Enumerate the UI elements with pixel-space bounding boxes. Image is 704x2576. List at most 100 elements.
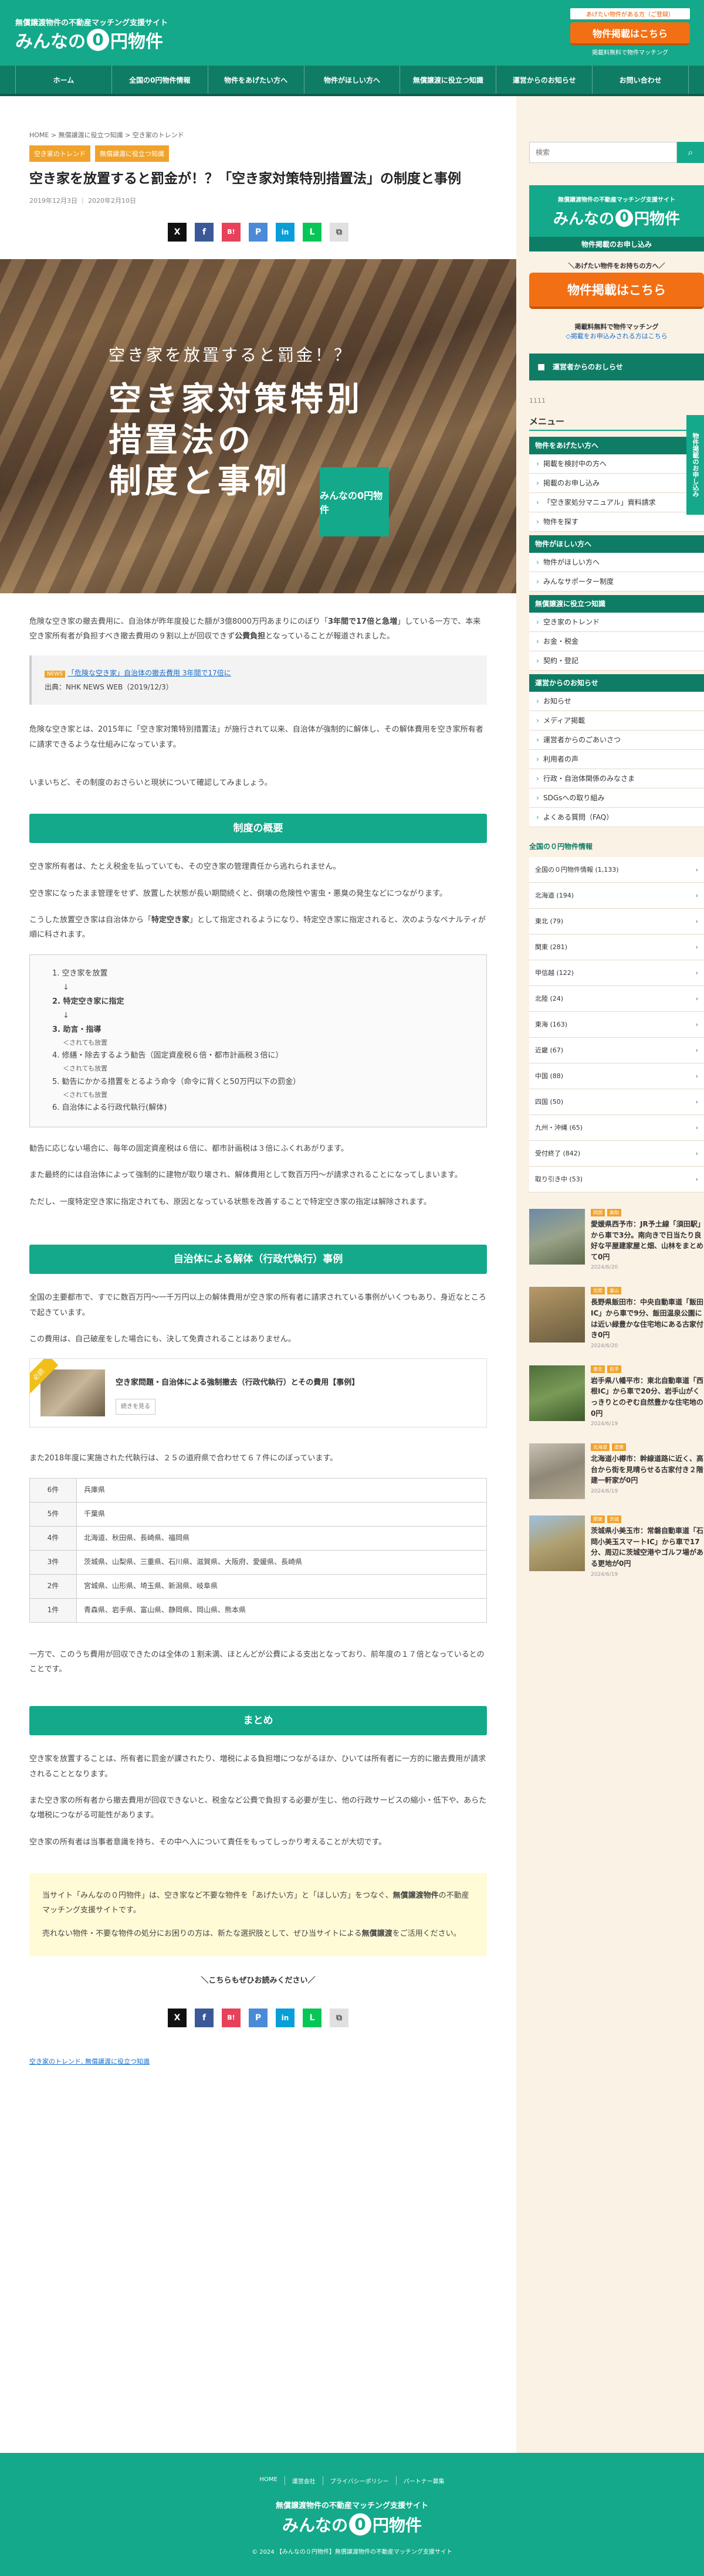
menu-group[interactable]: 物件をあげたい方へ xyxy=(529,437,704,454)
copy-link-icon[interactable]: ⧉ xyxy=(330,222,348,242)
recent-post[interactable]: 北陸 富山 長野県飯田市：中央自動車道「飯田IC」から車で9分、飯田温泉公園には近… xyxy=(529,1287,704,1349)
area-link[interactable]: 九州・沖縄 (65) › xyxy=(529,1115,704,1141)
post-title[interactable]: 長野県飯田市：中央自動車道「飯田IC」から車で9分、飯田温泉公園には近い緑豊かな… xyxy=(591,1297,704,1340)
share-facebook-icon[interactable]: f xyxy=(195,222,214,242)
card-title[interactable]: 空き家問題・自治体による強制撤去（行政代執行）とその費用【事例】 xyxy=(116,1375,359,1390)
area-label: 甲信越 (122) xyxy=(535,969,574,977)
area-link[interactable]: 受付終了 (842) › xyxy=(529,1141,704,1167)
menu-link[interactable]: メディア掲載 xyxy=(529,711,704,730)
source-link[interactable]: 「危険な空き家」自治体の撤去費用 3年間で17倍に xyxy=(67,669,231,677)
recent-post[interactable]: 四国 高知 愛媛県西予市：JR予土線「須田駅」から車で3分。南向きで日当たり良好な… xyxy=(529,1209,704,1270)
site-logo[interactable]: みんなの 0 円物件 xyxy=(15,27,163,53)
share-facebook-icon[interactable]: f xyxy=(195,2008,214,2027)
footer-link-company[interactable]: 運営会社 xyxy=(285,2476,323,2485)
footer-link-home[interactable]: HOME xyxy=(252,2476,285,2485)
category-links[interactable]: 空き家のトレンド, 無償譲渡に役立つ知識 xyxy=(29,2057,487,2066)
area-link[interactable]: 東海 (163) › xyxy=(529,1012,704,1038)
tag-trend[interactable]: 空き家のトレンド xyxy=(29,145,90,162)
nav-item-want[interactable]: 物件がほしい方へ xyxy=(304,66,401,94)
share-hatena-icon[interactable]: P xyxy=(249,2008,268,2027)
search-input[interactable] xyxy=(529,142,677,163)
footer-logo[interactable]: みんなの 0 円物件 xyxy=(0,2513,704,2536)
menu-link[interactable]: 契約・登記 xyxy=(529,651,704,671)
menu-link[interactable]: 利用者の声 xyxy=(529,750,704,769)
nav-item-knowledge[interactable]: 無償譲渡に役立つ知識 xyxy=(400,66,497,94)
paragraph: ただし、一度特定空き家に指定されても、原因となっている状態を改善することで特定空… xyxy=(29,1197,431,1207)
paragraph: いまいちど、その制度のおさらいと現状について確認してみましょう。 xyxy=(29,779,272,788)
share-hatena-icon[interactable]: P xyxy=(249,222,268,242)
search-icon[interactable]: ⌕ xyxy=(677,142,704,163)
article-body: 危険な空き家の撤去費用に、自治体が昨年度投じた額が3億8000万円あまりにのぼり… xyxy=(29,614,487,1956)
area-link[interactable]: 北海道 (194) › xyxy=(529,883,704,909)
tag-knowledge[interactable]: 無償譲渡に役立つ知識 xyxy=(95,145,169,162)
share-line-icon[interactable]: L xyxy=(303,2008,321,2027)
copy-link-icon[interactable]: ⧉ xyxy=(330,2008,348,2027)
menu-link[interactable]: 掲載を検討中の方へ xyxy=(529,454,704,474)
read-more-button[interactable]: 続きを見る xyxy=(116,1398,155,1415)
menu-link[interactable]: 「空き家処分マニュアル」資料請求 xyxy=(529,493,704,512)
share-linkedin-icon[interactable]: in xyxy=(276,2008,295,2027)
area-link[interactable]: 東北 (79) › xyxy=(529,909,704,934)
footer-link-partner[interactable]: パートナー募集 xyxy=(397,2476,452,2485)
menu-link[interactable]: 物件を探す xyxy=(529,512,704,532)
menu-link[interactable]: 行政・自治体関係のみなさま xyxy=(529,769,704,789)
area-link[interactable]: 中国 (88) › xyxy=(529,1063,704,1089)
menu-group[interactable]: 運営からのお知らせ xyxy=(529,674,704,692)
area-label: 四国 (50) xyxy=(535,1098,564,1106)
menu-group[interactable]: 無償譲渡に役立つ知識 xyxy=(529,595,704,613)
recent-post[interactable]: 関東 茨城 茨城県小美玉市：常磐自動車道「石岡小美玉スマートIC」から車で17分、… xyxy=(529,1515,704,1578)
paragraph: 空き家所有者は、たとえ税金を払っていても、その空き家の管理責任から逃れられません… xyxy=(29,862,341,872)
apply-link[interactable]: ◇掲載をお申込みされる方はこちら xyxy=(529,331,704,341)
strong-text: 無償譲渡 xyxy=(361,1929,392,1938)
menu-link[interactable]: 空き家のトレンド xyxy=(529,613,704,632)
enforcement-table: 6件 兵庫県 5件 千葉県 4件 北海道、秋田県、長崎県、福岡県 3件 茨城県、山梨県、… xyxy=(29,1477,487,1623)
area-link[interactable]: 全国の０円物件情報 (1,133) › xyxy=(529,857,704,883)
post-title[interactable]: 愛媛県西予市：JR予土線「須田駅」から車で3分。南向きで日当たり良好な平屋建家屋… xyxy=(591,1219,704,1262)
share-linkedin-icon[interactable]: in xyxy=(276,222,295,242)
header-cta-button[interactable]: 物件掲載はこちら xyxy=(570,22,690,45)
area-link[interactable]: 関東 (281) › xyxy=(529,934,704,960)
share-line-icon[interactable]: L xyxy=(303,222,321,242)
related-article-card[interactable]: 必読 空き家問題・自治体による強制撤去（行政代執行）とその費用【事例】 続きを見… xyxy=(29,1358,487,1428)
menu-link[interactable]: 運営者からのごあいさつ xyxy=(529,730,704,750)
area-link[interactable]: 北陸 (24) › xyxy=(529,986,704,1012)
floating-apply-tab[interactable]: 物件掲載のお申し込み xyxy=(686,415,704,515)
nav-item-contact[interactable]: お問い合わせ xyxy=(593,66,689,94)
menu-link[interactable]: SDGsへの取り組み xyxy=(529,789,704,808)
nav-item-properties[interactable]: 全国の0円物件情報 xyxy=(112,66,208,94)
menu-link[interactable]: みんなサポーター制度 xyxy=(529,572,704,592)
nav-item-give[interactable]: 物件をあげたい方へ xyxy=(208,66,304,94)
nav-item-news[interactable]: 運営からのお知らせ xyxy=(496,66,593,94)
menu-link[interactable]: 物件がほしい方へ xyxy=(529,553,704,572)
share-x-icon[interactable]: X xyxy=(168,2008,187,2027)
menu-link[interactable]: お知らせ xyxy=(529,692,704,711)
share-heading: ＼こちらもぜひお読みください／ xyxy=(201,1976,316,1985)
recent-post[interactable]: 東北 岩手 岩手県八幡平市：東北自動車道「西根IC」から車で20分、岩手山がくっき… xyxy=(529,1365,704,1427)
sidebar-logo-banner[interactable]: 無償譲渡物件の不動産マッチング支援サイト みんなの 0 円物件 xyxy=(529,185,704,237)
area-link[interactable]: 取り引き中 (53) › xyxy=(529,1167,704,1192)
footer-link-privacy[interactable]: プライバシーポリシー xyxy=(323,2476,397,2485)
menu-group[interactable]: 物件がほしい方へ xyxy=(529,535,704,553)
menu-link[interactable]: 掲載のお申し込み xyxy=(529,474,704,493)
area-link[interactable]: 四国 (50) › xyxy=(529,1089,704,1115)
sidebar-cta-button[interactable]: 物件掲載はこちら xyxy=(529,273,704,309)
area-link[interactable]: 近畿 (67) › xyxy=(529,1038,704,1063)
nav-item-home[interactable]: ホーム xyxy=(15,66,112,94)
share-x-icon[interactable]: X xyxy=(168,222,187,242)
share-pocket-icon[interactable]: B! xyxy=(222,2008,241,2027)
news-banner[interactable]: 運営者からのおしらせ xyxy=(529,354,704,380)
post-title[interactable]: 北海道小樽市：幹線道路に近く、高台から街を見晴らせる古家付き２階建一軒家が0円 xyxy=(591,1453,704,1486)
menu-link[interactable]: お金・税金 xyxy=(529,632,704,651)
menu-link[interactable]: よくある質問（FAQ） xyxy=(529,808,704,827)
list-item: 4. 修繕・除去するよう勧告（固定資産税６倍・都市計画税３倍に） xyxy=(52,1051,283,1061)
post-title[interactable]: 茨城県小美玉市：常磐自動車道「石岡小美玉スマートIC」から車で17分、周辺に茨城… xyxy=(591,1525,704,1569)
share-pocket-icon[interactable]: B! xyxy=(222,222,241,242)
area-link[interactable]: 甲信越 (122) › xyxy=(529,960,704,986)
recent-post[interactable]: 北海道 道東 北海道小樽市：幹線道路に近く、高台から街を見晴らせる古家付き２階建一… xyxy=(529,1443,704,1500)
post-tag: 茨城 xyxy=(607,1515,621,1524)
post-title[interactable]: 岩手県八幡平市：東北自動車道「西根IC」から車で20分、岩手山がくっきりとのぞむ… xyxy=(591,1375,704,1419)
post-tag: 北海道 xyxy=(591,1443,610,1452)
apply-bar[interactable]: 物件掲載のお申し込み xyxy=(529,237,704,252)
paragraph: 一方で、このうち費用が回収できたのは全体の１割未満、ほとんどが公費による支出とな… xyxy=(29,1650,485,1674)
breadcrumb[interactable]: HOME > 無償譲渡に役立つ知識 > 空き家のトレンド xyxy=(29,130,487,140)
